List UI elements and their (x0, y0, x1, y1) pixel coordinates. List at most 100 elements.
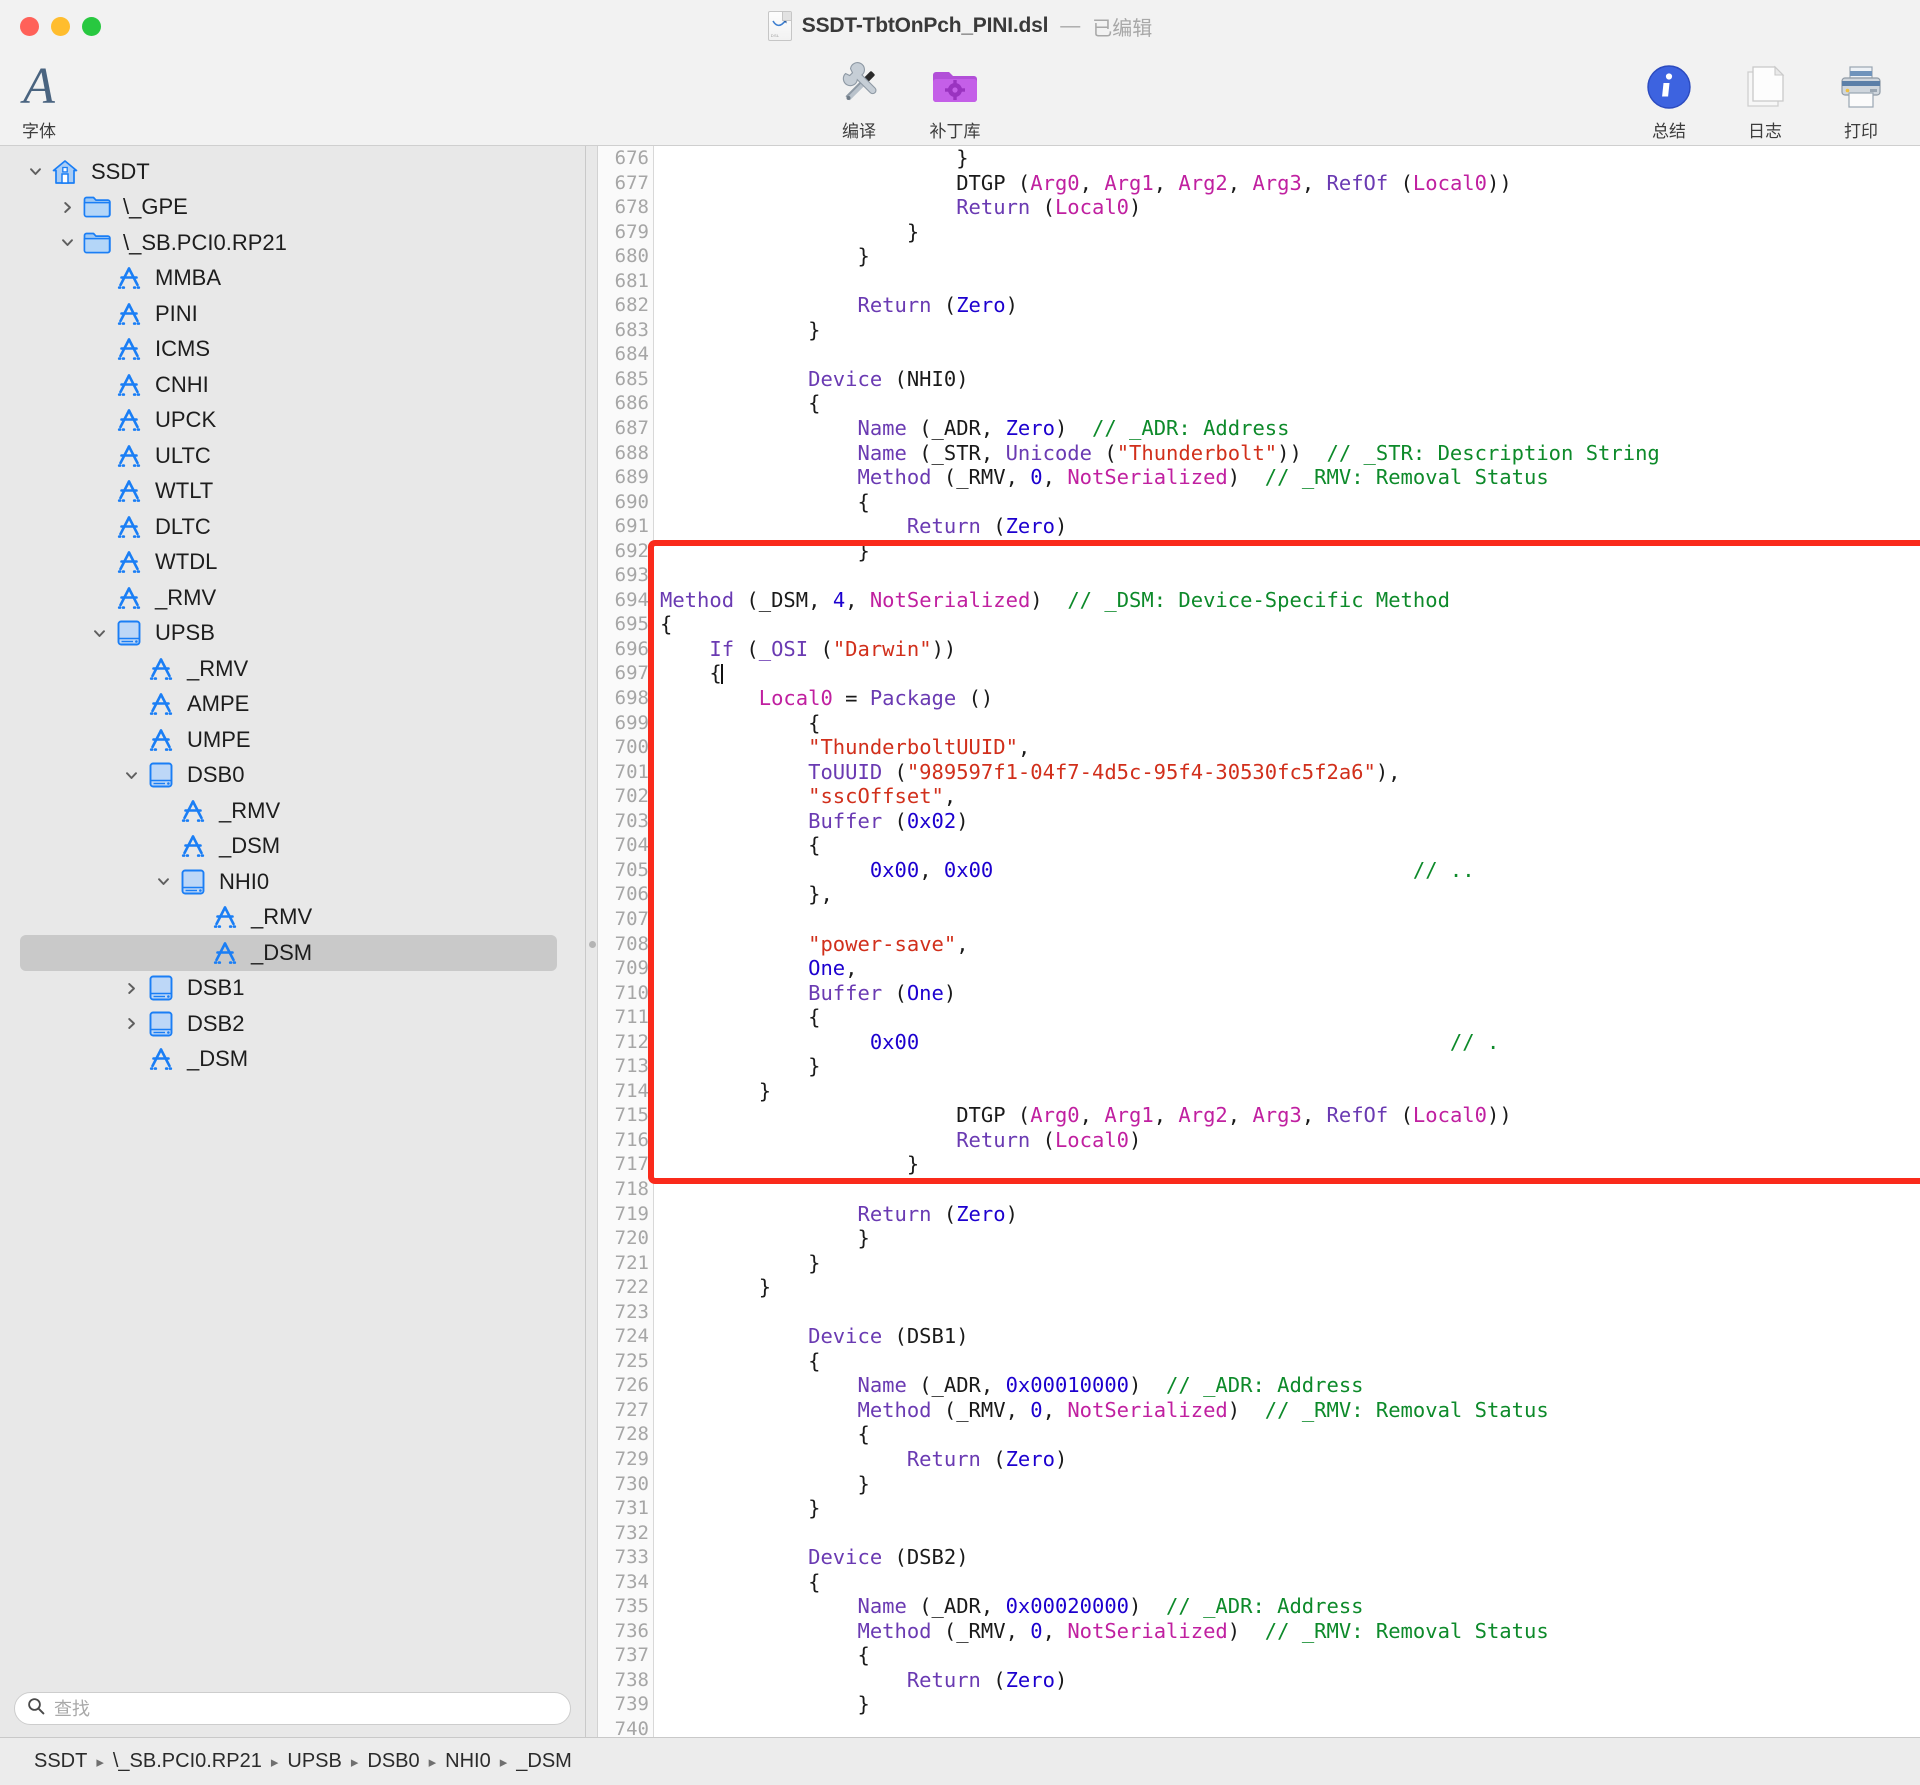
code-line[interactable]: Return (Zero) (660, 1668, 1920, 1693)
split-divider-knob[interactable] (589, 941, 596, 948)
breadcrumb-item[interactable]: SSDT (34, 1750, 87, 1772)
code-line[interactable]: } (660, 539, 1920, 564)
tree-item-rmv[interactable]: _RMV (0, 580, 585, 616)
tree-item-nhi0[interactable]: NHI0 (0, 864, 585, 900)
tree-item-pini[interactable]: PINI (0, 296, 585, 332)
patch-library-button[interactable]: 补丁库 (916, 60, 994, 142)
code-line[interactable]: } (660, 1079, 1920, 1104)
code-line[interactable]: } (660, 1472, 1920, 1497)
tree-item-ssdt[interactable]: SSDT (0, 154, 585, 190)
tree-item-dltc[interactable]: DLTC (0, 509, 585, 545)
code-line[interactable]: { (660, 833, 1920, 858)
code-line[interactable] (660, 907, 1920, 932)
close-button[interactable] (20, 17, 39, 36)
code-line[interactable]: { (660, 1643, 1920, 1668)
code-line[interactable]: Buffer (One) (660, 981, 1920, 1006)
tree-item-upsb[interactable]: UPSB (0, 616, 585, 652)
font-button[interactable]: A 字体 (0, 60, 78, 142)
code-line[interactable]: { (660, 711, 1920, 736)
code-line[interactable]: Method (_RMV, 0, NotSerialized) // _RMV:… (660, 1619, 1920, 1644)
code-line[interactable] (660, 563, 1920, 588)
tree-item-dsb1[interactable]: DSB1 (0, 971, 585, 1007)
tree-item-icms[interactable]: ICMS (0, 332, 585, 368)
code-line[interactable]: } (660, 1152, 1920, 1177)
print-button[interactable]: 打印 (1822, 60, 1900, 142)
code-line[interactable]: Device (NHI0) (660, 367, 1920, 392)
minimize-button[interactable] (51, 17, 70, 36)
tree-item-sbpci0rp21[interactable]: \_SB.PCI0.RP21 (0, 225, 585, 261)
code-line[interactable]: "ThunderboltUUID", (660, 735, 1920, 760)
code-line[interactable]: Name (_STR, Unicode ("Thunderbolt")) // … (660, 441, 1920, 466)
breadcrumb-item[interactable]: UPSB (287, 1750, 341, 1772)
code-line[interactable] (660, 1300, 1920, 1325)
code-line[interactable]: { (660, 1005, 1920, 1030)
chevron-down-icon[interactable] (86, 626, 112, 641)
search-input[interactable]: 查找 (54, 1695, 90, 1721)
tree-item-rmv[interactable]: _RMV (0, 900, 585, 936)
code-line[interactable]: { (660, 1422, 1920, 1447)
chevron-right-icon[interactable] (118, 1016, 144, 1031)
chevron-down-icon[interactable] (22, 164, 48, 179)
chevron-right-icon[interactable] (118, 981, 144, 996)
code-line[interactable]: Name (_ADR, 0x00010000) // _ADR: Address (660, 1373, 1920, 1398)
code-line[interactable]: DTGP (Arg0, Arg1, Arg2, Arg3, RefOf (Loc… (660, 1103, 1920, 1128)
code-line[interactable] (660, 1177, 1920, 1202)
code-line[interactable]: Buffer (0x02) (660, 809, 1920, 834)
tree-item-upck[interactable]: UPCK (0, 403, 585, 439)
tree-item-dsm[interactable]: _DSM (0, 829, 585, 865)
code-line[interactable]: Method (_RMV, 0, NotSerialized) // _RMV:… (660, 1398, 1920, 1423)
code-line[interactable]: Device (DSB2) (660, 1545, 1920, 1570)
tree-item-wtlt[interactable]: WTLT (0, 474, 585, 510)
code-line[interactable]: If (_OSI ("Darwin")) (660, 637, 1920, 662)
code-line[interactable]: Local0 = Package () (660, 686, 1920, 711)
tree-item-ultc[interactable]: ULTC (0, 438, 585, 474)
tree-item-umpe[interactable]: UMPE (0, 722, 585, 758)
acpi-tree[interactable]: SSDT \_GPE \_SB.PCI0.RP21 MMBA PINI (0, 146, 585, 1679)
code-line[interactable]: } (660, 1251, 1920, 1276)
code-line[interactable]: { (660, 661, 1920, 686)
code-line[interactable]: } (660, 1226, 1920, 1251)
code-line[interactable]: Return (Local0) (660, 1128, 1920, 1153)
tree-item-dsm[interactable]: _DSM (20, 935, 557, 971)
code-line[interactable]: Name (_ADR, 0x00020000) // _ADR: Address (660, 1594, 1920, 1619)
code-line[interactable]: { (660, 1570, 1920, 1595)
code-line[interactable]: ToUUID ("989597f1-04f7-4d5c-95f4-30530fc… (660, 760, 1920, 785)
breadcrumb-item[interactable]: \_SB.PCI0.RP21 (113, 1750, 262, 1772)
code-line[interactable]: } (660, 1496, 1920, 1521)
tree-item-ampe[interactable]: AMPE (0, 687, 585, 723)
split-divider-handle[interactable] (586, 146, 598, 1737)
code-line[interactable] (660, 1717, 1920, 1737)
tree-item-wtdl[interactable]: WTDL (0, 545, 585, 581)
tree-item-rmv[interactable]: _RMV (0, 651, 585, 687)
code-line[interactable]: Method (_RMV, 0, NotSerialized) // _RMV:… (660, 465, 1920, 490)
chevron-down-icon[interactable] (54, 235, 80, 250)
code-line[interactable]: } (660, 146, 1920, 171)
tree-item-gpe[interactable]: \_GPE (0, 190, 585, 226)
code-line[interactable]: } (660, 220, 1920, 245)
code-line[interactable] (660, 269, 1920, 294)
code-line[interactable]: DTGP (Arg0, Arg1, Arg2, Arg3, RefOf (Loc… (660, 171, 1920, 196)
code-line[interactable]: Return (Local0) (660, 195, 1920, 220)
code-line[interactable]: One, (660, 956, 1920, 981)
code-line[interactable]: { (660, 1349, 1920, 1374)
chevron-down-icon[interactable] (118, 768, 144, 783)
code-line[interactable]: Name (_ADR, Zero) // _ADR: Address (660, 416, 1920, 441)
code-line[interactable]: 0x00 // . (660, 1030, 1920, 1055)
code-line[interactable]: } (660, 244, 1920, 269)
code-line[interactable]: { (660, 612, 1920, 637)
code-line[interactable]: Return (Zero) (660, 1447, 1920, 1472)
maximize-button[interactable] (82, 17, 101, 36)
code-line[interactable]: Method (_DSM, 4, NotSerialized) // _DSM:… (660, 588, 1920, 613)
code-line[interactable] (660, 1521, 1920, 1546)
tree-item-rmv[interactable]: _RMV (0, 793, 585, 829)
breadcrumb-item[interactable]: NHI0 (445, 1750, 491, 1772)
tree-item-dsm[interactable]: _DSM (0, 1042, 585, 1078)
code-line[interactable] (660, 342, 1920, 367)
code-line[interactable]: Return (Zero) (660, 1202, 1920, 1227)
chevron-down-icon[interactable] (150, 874, 176, 889)
code-editor[interactable]: 6766776786796806816826836846856866876886… (586, 146, 1920, 1737)
tree-item-mmba[interactable]: MMBA (0, 261, 585, 297)
tree-item-dsb2[interactable]: DSB2 (0, 1006, 585, 1042)
code-line[interactable]: { (660, 391, 1920, 416)
search-field[interactable]: 查找 (14, 1692, 571, 1725)
